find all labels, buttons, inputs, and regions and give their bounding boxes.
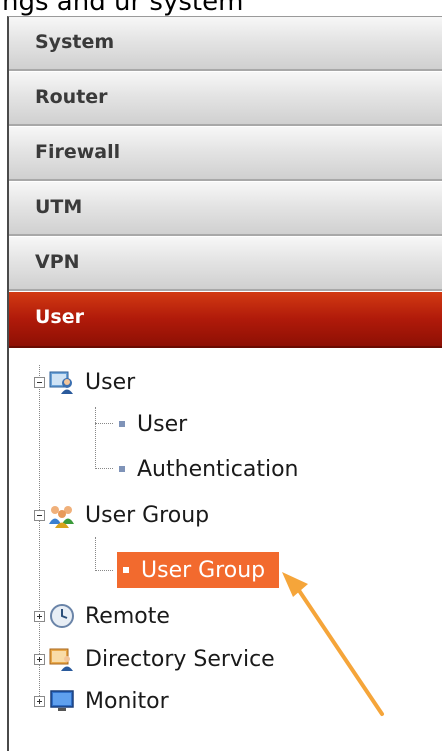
tree-connector — [95, 407, 96, 469]
tree-leaf-label: User — [137, 411, 188, 437]
tree-connector — [95, 468, 113, 469]
tree-node-label: Monitor — [85, 688, 169, 714]
collapse-toggle-icon[interactable] — [34, 509, 45, 521]
tree-node-label: Directory Service — [85, 646, 275, 672]
tree-node-monitor[interactable]: Monitor — [34, 684, 169, 718]
leaf-bullet-icon — [119, 466, 125, 472]
tree-connector — [95, 423, 113, 424]
header-fragment-text: ngs and ur system — [2, 0, 244, 16]
user-admin-icon — [49, 369, 75, 395]
menu-section-label: System — [35, 31, 115, 53]
leaf-bullet-icon — [119, 421, 125, 427]
menu-section-utm[interactable]: UTM — [9, 182, 442, 236]
tree-leaf-label: Authentication — [137, 456, 299, 482]
tree-leaf-user[interactable]: User — [119, 407, 187, 441]
expand-toggle-icon[interactable] — [34, 695, 45, 707]
expand-toggle-icon[interactable] — [34, 653, 45, 665]
tree-leaf-user-group[interactable]: User Group — [117, 552, 280, 588]
menu-section-router[interactable]: Router — [9, 72, 442, 126]
selected-tree-item[interactable]: User Group — [117, 552, 280, 588]
leaf-bullet-icon — [123, 567, 129, 573]
tree-node-remote[interactable]: Remote — [34, 599, 170, 633]
menu-section-label: User — [35, 306, 84, 328]
user-group-icon — [49, 502, 75, 528]
menu-section-user[interactable]: User — [9, 292, 442, 348]
collapse-toggle-icon[interactable] — [34, 376, 45, 388]
menu-section-label: Firewall — [35, 141, 121, 163]
tree-leaf-label: User Group — [141, 557, 266, 583]
menu-section-vpn[interactable]: VPN — [9, 237, 442, 291]
header-fragment: ngs and ur system — [0, 0, 442, 16]
tree-node-directory-service[interactable]: Directory Service — [34, 642, 275, 676]
tree-connector — [95, 570, 113, 571]
tree-node-user-group[interactable]: User Group — [34, 498, 209, 532]
menu-section-label: VPN — [35, 251, 80, 273]
tree-node-label: User Group — [85, 502, 210, 528]
tree-node-label: Remote — [85, 603, 170, 629]
tree-node-label: User — [85, 369, 136, 395]
menu-section-label: Router — [35, 86, 108, 108]
menu-section-firewall[interactable]: Firewall — [9, 127, 442, 181]
tree-leaf-authentication[interactable]: Authentication — [119, 452, 299, 486]
expand-toggle-icon[interactable] — [34, 610, 45, 622]
menu-section-label: UTM — [35, 196, 83, 218]
monitor-icon — [49, 688, 75, 714]
clock-globe-icon — [49, 603, 75, 629]
tree-node-user[interactable]: User — [34, 365, 135, 399]
navigation-panel: System Router Firewall UTM VPN User User — [7, 16, 442, 751]
tree-connector — [95, 537, 96, 571]
menu-section-system[interactable]: System — [9, 17, 442, 71]
directory-user-icon — [49, 646, 75, 672]
